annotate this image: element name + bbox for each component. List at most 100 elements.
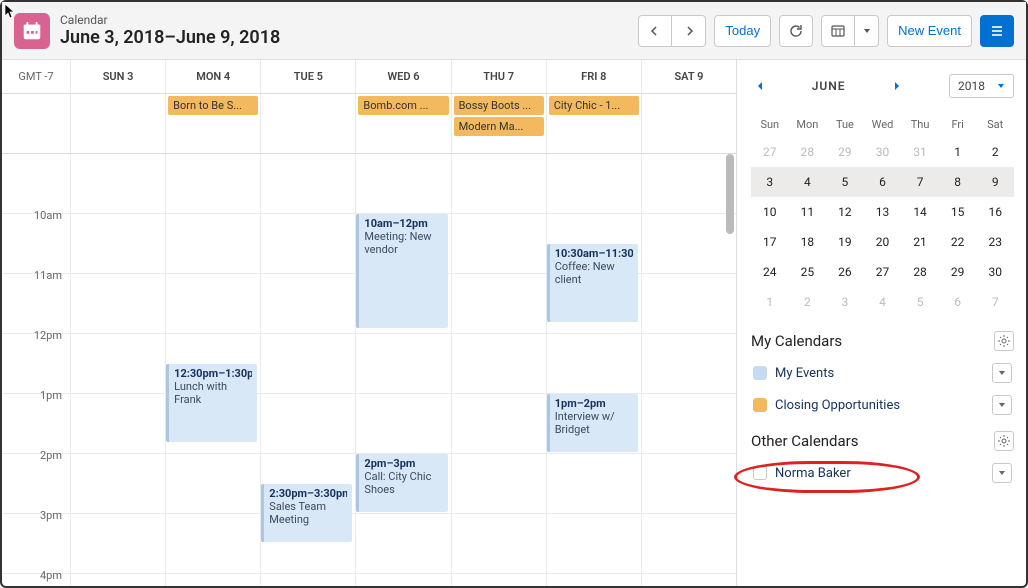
day-header[interactable]: FRI 8 <box>546 60 641 93</box>
calendar-item-closing-opps[interactable]: Closing Opportunities <box>751 389 1014 421</box>
mini-day[interactable]: 27 <box>864 257 902 287</box>
allday-cell[interactable] <box>260 94 355 153</box>
mini-day[interactable]: 26 <box>826 257 864 287</box>
hour-cell[interactable] <box>260 154 355 213</box>
mini-day[interactable]: 10 <box>751 197 789 227</box>
hour-cell[interactable] <box>260 214 355 273</box>
allday-event[interactable]: Born to Be S... <box>168 96 258 115</box>
calendar-item-menu[interactable] <box>992 463 1012 483</box>
mini-day[interactable]: 2 <box>976 137 1014 167</box>
hour-cell[interactable] <box>641 454 736 513</box>
hour-cell[interactable] <box>546 334 641 393</box>
hour-cell[interactable] <box>260 334 355 393</box>
mini-day[interactable]: 14 <box>901 197 939 227</box>
hour-cell[interactable] <box>451 574 546 586</box>
mini-day[interactable]: 25 <box>789 257 827 287</box>
mini-day[interactable]: 6 <box>864 167 902 197</box>
mini-day[interactable]: 3 <box>826 287 864 317</box>
hour-cell[interactable] <box>70 574 165 586</box>
mini-day[interactable]: 7 <box>901 167 939 197</box>
hour-cell[interactable] <box>70 454 165 513</box>
hour-cell[interactable] <box>165 154 260 213</box>
scrollbar-thumb[interactable] <box>726 154 734 234</box>
allday-cell[interactable]: City Chic - 1... <box>546 94 641 153</box>
hour-cell[interactable] <box>355 574 450 586</box>
hour-cell[interactable] <box>641 574 736 586</box>
hour-cell[interactable] <box>355 394 450 453</box>
timed-event[interactable]: 12:30pm–1:30pmLunch with Frank <box>166 364 257 442</box>
mini-day[interactable]: 5 <box>901 287 939 317</box>
mini-day[interactable]: 21 <box>901 227 939 257</box>
mini-day[interactable]: 16 <box>976 197 1014 227</box>
hour-cell[interactable] <box>641 214 736 273</box>
hour-cell[interactable] <box>70 214 165 273</box>
mini-day[interactable]: 11 <box>789 197 827 227</box>
hour-cell[interactable] <box>546 454 641 513</box>
hour-cell[interactable] <box>260 574 355 586</box>
mini-day[interactable]: 12 <box>826 197 864 227</box>
mini-day[interactable]: 3 <box>751 167 789 197</box>
mini-next-month[interactable] <box>888 77 906 95</box>
timed-event[interactable]: 10am–12pmMeeting: New vendor <box>356 214 447 328</box>
hour-cell[interactable] <box>451 394 546 453</box>
mini-calendar[interactable]: SunMonTueWedThuFriSat2728293031123456789… <box>751 112 1014 317</box>
mini-day[interactable]: 4 <box>864 287 902 317</box>
allday-event[interactable]: Bossy Boots ... <box>454 96 544 115</box>
day-header[interactable]: WED 6 <box>355 60 450 93</box>
mini-day[interactable]: 30 <box>864 137 902 167</box>
refresh-button[interactable] <box>779 15 813 47</box>
mini-day[interactable]: 4 <box>789 167 827 197</box>
timed-event[interactable]: 10:30am–11:30amCoffee: New client <box>547 244 638 322</box>
hour-cell[interactable] <box>165 514 260 573</box>
allday-cell[interactable]: Bomb.com ... <box>355 94 450 153</box>
hour-cell[interactable] <box>546 154 641 213</box>
hour-cell[interactable] <box>165 274 260 333</box>
hour-cell[interactable] <box>451 274 546 333</box>
hour-cell[interactable] <box>260 394 355 453</box>
mini-day[interactable]: 1 <box>939 137 977 167</box>
day-header[interactable]: SAT 9 <box>641 60 736 93</box>
hour-cell[interactable] <box>355 514 450 573</box>
hour-cell[interactable] <box>641 154 736 213</box>
hour-cell[interactable] <box>70 334 165 393</box>
my-calendars-gear[interactable] <box>994 331 1014 351</box>
mini-day[interactable]: 5 <box>826 167 864 197</box>
hour-cell[interactable] <box>641 514 736 573</box>
calendar-item-menu[interactable] <box>992 363 1012 383</box>
hour-cell[interactable] <box>451 334 546 393</box>
allday-cell[interactable]: Born to Be S... <box>165 94 260 153</box>
hour-cell[interactable] <box>165 454 260 513</box>
next-week-button[interactable] <box>672 15 706 47</box>
hour-cell[interactable] <box>70 394 165 453</box>
mini-day[interactable]: 19 <box>826 227 864 257</box>
mini-day[interactable]: 6 <box>939 287 977 317</box>
timed-event[interactable]: 2pm–3pmCall: City Chic Shoes <box>356 454 447 512</box>
allday-event[interactable]: Bomb.com ... <box>358 96 448 115</box>
prev-week-button[interactable] <box>638 15 672 47</box>
day-header[interactable]: TUE 5 <box>260 60 355 93</box>
hour-cell[interactable] <box>165 574 260 586</box>
view-picker-button[interactable] <box>821 15 855 47</box>
mini-day[interactable]: 30 <box>976 257 1014 287</box>
year-select[interactable]: 2018 <box>949 74 1014 98</box>
mini-day[interactable]: 24 <box>751 257 789 287</box>
mini-day[interactable]: 20 <box>864 227 902 257</box>
hour-cell[interactable] <box>451 214 546 273</box>
timed-event[interactable]: 2:30pm–3:30pmSales Team Meeting <box>261 484 352 542</box>
hour-cell[interactable] <box>70 154 165 213</box>
calendar-item-my-events[interactable]: My Events <box>751 357 1014 389</box>
mini-prev-month[interactable] <box>751 77 769 95</box>
allday-cell[interactable] <box>641 94 736 153</box>
mini-day[interactable]: 13 <box>864 197 902 227</box>
mini-day[interactable]: 23 <box>976 227 1014 257</box>
day-header[interactable]: SUN 3 <box>70 60 165 93</box>
hour-cell[interactable] <box>451 154 546 213</box>
mini-day[interactable]: 2 <box>789 287 827 317</box>
hour-cell[interactable] <box>70 514 165 573</box>
mini-day[interactable]: 17 <box>751 227 789 257</box>
hour-cell[interactable] <box>451 514 546 573</box>
mini-day[interactable]: 28 <box>901 257 939 287</box>
hour-cell[interactable] <box>70 274 165 333</box>
calendar-item-menu[interactable] <box>992 395 1012 415</box>
day-header[interactable]: MON 4 <box>165 60 260 93</box>
